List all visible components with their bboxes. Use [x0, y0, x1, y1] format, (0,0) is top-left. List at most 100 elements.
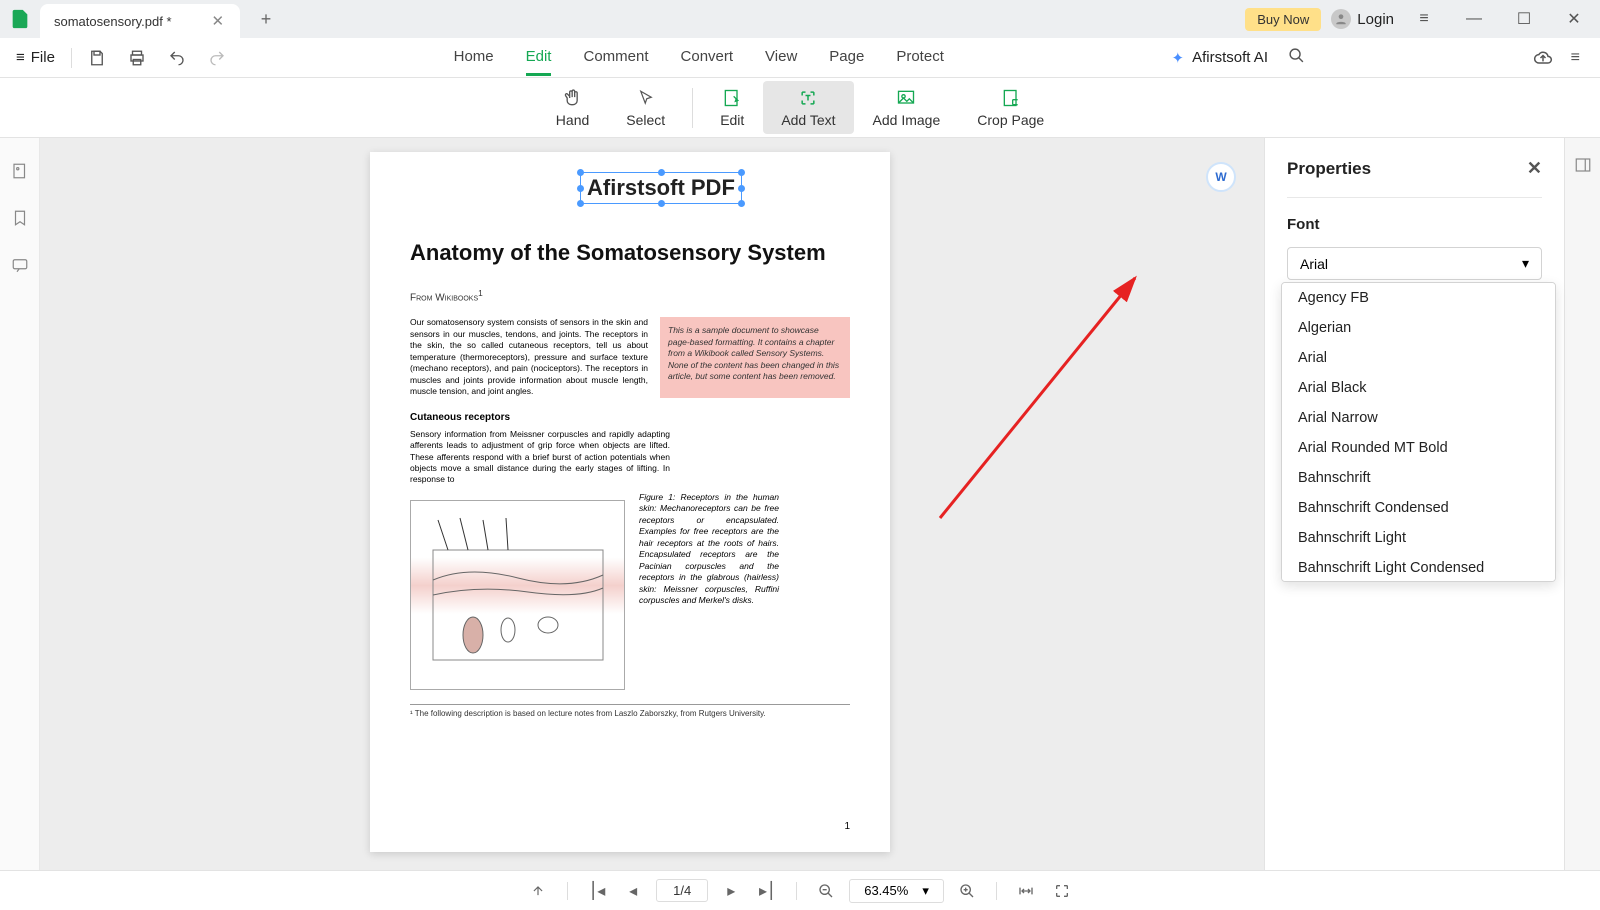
buy-now-button[interactable]: Buy Now [1245, 8, 1321, 31]
tab-home[interactable]: Home [454, 40, 494, 76]
edit-tool[interactable]: Edit [702, 81, 762, 134]
hand-tool[interactable]: Hand [538, 81, 607, 134]
ai-button[interactable]: ✦ Afirstsoft AI [1172, 49, 1268, 67]
close-window-icon[interactable]: ✕ [1554, 0, 1594, 38]
undo-icon[interactable] [168, 49, 186, 67]
next-page-icon[interactable]: ▸ [718, 881, 744, 901]
font-option[interactable]: Arial Black [1282, 373, 1555, 403]
redo-icon[interactable] [208, 49, 226, 67]
font-option[interactable]: Bahnschrift [1282, 463, 1555, 493]
main-toolbar: ≡ File Home Edit Comment Convert View Pa… [0, 38, 1600, 78]
word-export-icon[interactable]: W [1206, 162, 1236, 192]
resize-handle[interactable] [658, 200, 665, 207]
file-menu[interactable]: ≡ File [16, 49, 55, 66]
callout-box: This is a sample document to showcase pa… [660, 317, 850, 397]
zoom-out-icon[interactable] [813, 883, 839, 899]
zoom-in-icon[interactable] [954, 883, 980, 899]
font-option[interactable]: Bahnschrift Light [1282, 523, 1555, 553]
login-button[interactable]: Login [1331, 9, 1394, 29]
document-page: Afirstsoft PDF Anatomy of the Somatosens… [370, 152, 890, 852]
document-subtitle: From Wikibooks1 [410, 288, 850, 303]
first-page-icon[interactable] [525, 884, 551, 898]
section-heading: Cutaneous receptors [410, 412, 850, 423]
font-value: Arial [1300, 256, 1328, 272]
font-option[interactable]: Arial [1282, 343, 1555, 373]
maximize-icon[interactable]: ☐ [1504, 0, 1544, 38]
crop-icon [1001, 87, 1021, 109]
crop-tool[interactable]: Crop Page [959, 81, 1062, 134]
print-icon[interactable] [128, 49, 146, 67]
cursor-icon [637, 87, 655, 109]
prev-page-icon[interactable]: ◂ [620, 881, 646, 901]
document-canvas[interactable]: Afirstsoft PDF Anatomy of the Somatosens… [40, 138, 1264, 870]
close-tab-icon[interactable]: ✕ [212, 12, 225, 30]
editing-text-box[interactable]: Afirstsoft PDF [580, 172, 742, 204]
font-option[interactable]: Arial Narrow [1282, 403, 1555, 433]
tab-convert[interactable]: Convert [681, 40, 734, 76]
tab-page[interactable]: Page [829, 40, 864, 76]
font-option[interactable]: Bahnschrift Condensed [1282, 493, 1555, 523]
annotation-arrow [910, 268, 1170, 528]
separator [567, 882, 568, 900]
body-paragraph-2: Sensory information from Meissner corpus… [410, 429, 670, 486]
font-option[interactable]: Arial Rounded MT Bold [1282, 433, 1555, 463]
resize-handle[interactable] [577, 200, 584, 207]
main-tabs: Home Edit Comment Convert View Page Prot… [454, 40, 944, 76]
resize-handle[interactable] [577, 185, 584, 192]
resize-handle[interactable] [738, 185, 745, 192]
hamburger-icon: ≡ [16, 49, 25, 66]
main-area: Afirstsoft PDF Anatomy of the Somatosens… [0, 138, 1600, 870]
minimize-icon[interactable]: — [1454, 0, 1494, 38]
thumbnails-icon[interactable] [11, 162, 29, 185]
hand-label: Hand [556, 112, 589, 128]
titlebar: somatosensory.pdf * ✕ + Buy Now Login ≡ … [0, 0, 1600, 38]
add-text-tool[interactable]: Add Text [763, 81, 853, 134]
fit-page-icon[interactable] [1049, 883, 1075, 899]
tab-protect[interactable]: Protect [896, 40, 944, 76]
more-icon[interactable]: ≡ [1571, 48, 1580, 68]
comment-icon[interactable] [11, 256, 29, 279]
figure [410, 500, 625, 690]
panel-toggle-icon[interactable] [1574, 156, 1592, 179]
add-image-icon [896, 87, 916, 109]
hamburger-menu-icon[interactable]: ≡ [1404, 0, 1444, 38]
chevron-down-icon: ▾ [1522, 255, 1529, 272]
bookmark-icon[interactable] [11, 209, 29, 232]
crop-label: Crop Page [977, 112, 1044, 128]
first-icon[interactable]: ⎮◂ [584, 881, 610, 901]
cloud-upload-icon[interactable] [1533, 48, 1553, 68]
resize-handle[interactable] [577, 169, 584, 176]
file-label: File [31, 49, 55, 66]
font-dropdown[interactable]: Agency FB Algerian Arial Arial Black Ari… [1281, 282, 1556, 582]
statusbar: ⎮◂ ◂ 1/4 ▸ ▸⎮ 63.45% ▾ [0, 870, 1600, 910]
right-rail [1564, 138, 1600, 870]
body-paragraph: Our somatosensory system consists of sen… [410, 317, 648, 397]
tab-comment[interactable]: Comment [583, 40, 648, 76]
fit-width-icon[interactable] [1013, 883, 1039, 899]
document-tab[interactable]: somatosensory.pdf * ✕ [40, 4, 240, 38]
resize-handle[interactable] [738, 200, 745, 207]
tab-title: somatosensory.pdf * [54, 14, 172, 29]
resize-handle[interactable] [738, 169, 745, 176]
tab-edit[interactable]: Edit [526, 40, 552, 76]
font-select[interactable]: Arial ▾ [1287, 247, 1542, 280]
footnote: ¹ The following description is based on … [410, 704, 850, 718]
last-icon[interactable]: ▸⎮ [754, 881, 780, 901]
login-label: Login [1357, 11, 1394, 28]
select-tool[interactable]: Select [608, 81, 683, 134]
font-option[interactable]: Bahnschrift Light Condensed [1282, 553, 1555, 582]
zoom-select[interactable]: 63.45% ▾ [849, 879, 944, 903]
new-tab-button[interactable]: + [252, 9, 280, 30]
tab-view[interactable]: View [765, 40, 797, 76]
add-text-label: Add Text [781, 112, 835, 128]
page-indicator[interactable]: 1/4 [656, 879, 708, 902]
search-icon[interactable] [1288, 47, 1305, 69]
properties-title: Properties [1287, 159, 1371, 179]
resize-handle[interactable] [658, 169, 665, 176]
textbox-content: Afirstsoft PDF [587, 175, 735, 200]
font-option[interactable]: Agency FB [1282, 283, 1555, 313]
font-option[interactable]: Algerian [1282, 313, 1555, 343]
save-icon[interactable] [88, 49, 106, 67]
add-image-tool[interactable]: Add Image [855, 81, 959, 134]
close-panel-icon[interactable]: ✕ [1527, 158, 1542, 179]
